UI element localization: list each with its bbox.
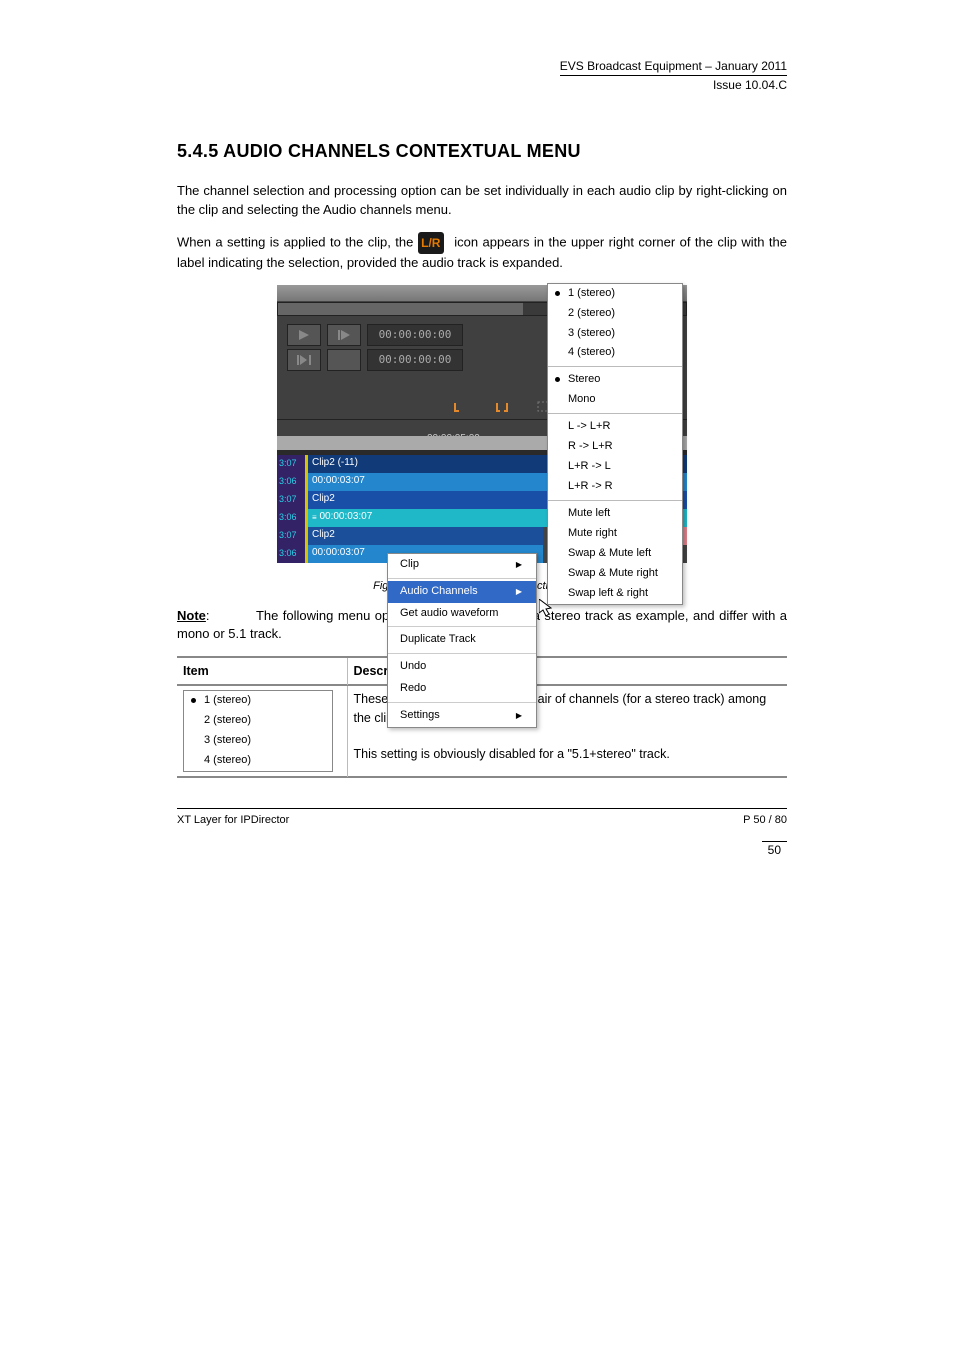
intro-paragraph-2: When a setting is applied to the clip, t… — [177, 232, 787, 273]
play-selection-button[interactable] — [287, 349, 321, 371]
sub-swap-lr[interactable]: Swap left & right — [548, 584, 682, 604]
page-container: EVS Broadcast Equipment – January 2011 I… — [87, 0, 867, 889]
page-header: EVS Broadcast Equipment – January 2011 I… — [560, 58, 787, 95]
menu-audio-channels[interactable]: Audio Channels — [388, 581, 536, 603]
play-button[interactable] — [287, 324, 321, 346]
lr-icon: L/R — [418, 232, 444, 254]
sub-r-to-lr[interactable]: R -> L+R — [548, 437, 682, 457]
menu-redo[interactable]: Redo — [388, 678, 536, 700]
footer-right: P 50 / 80 — [743, 813, 787, 829]
clip-header[interactable]: Clip2 — [308, 527, 543, 545]
sub-lr-to-l[interactable]: L+R -> L — [548, 457, 682, 477]
sub-2-stereo[interactable]: 2 (stereo) — [548, 304, 682, 324]
menu-clip[interactable]: Clip — [388, 554, 536, 576]
sub-l-to-lr[interactable]: L -> L+R — [548, 417, 682, 437]
scroll-thumb[interactable] — [278, 303, 523, 315]
note-head: Note — [177, 608, 206, 623]
marker-brackets-icon[interactable] — [495, 399, 509, 413]
legend-4-stereo: 4 (stereo) — [184, 751, 332, 771]
legend-1-stereo: 1 (stereo) — [184, 691, 332, 711]
context-menu[interactable]: Clip Audio Channels Get audio waveform D… — [387, 553, 537, 729]
legend-cell-menu: 1 (stereo) 2 (stereo) 3 (stereo) 4 (ster… — [177, 686, 347, 777]
track-tc: 3:06 — [277, 509, 305, 527]
menu-duplicate-track[interactable]: Duplicate Track — [388, 629, 536, 651]
audio-channels-submenu[interactable]: 1 (stereo) 2 (stereo) 3 (stereo) 4 (ster… — [547, 283, 683, 605]
timecode-1[interactable]: 00:00:00:00 — [367, 324, 463, 346]
track-tc: 3:07 — [277, 527, 305, 545]
page-footer: XT Layer for IPDirector P 50 / 80 — [177, 808, 787, 829]
ui-screenshot: 00:00:00:00 00:00:00:00 — [277, 285, 687, 563]
sub-lr-to-r[interactable]: L+R -> R — [548, 477, 682, 497]
track-tc: 3:07 — [277, 455, 305, 473]
intro-paragraph-1: The channel selection and processing opt… — [177, 182, 787, 220]
marker-open-icon[interactable] — [453, 399, 467, 413]
legend-2-stereo: 2 (stereo) — [184, 711, 332, 731]
header-line1: EVS Broadcast Equipment – January 2011 — [560, 58, 787, 75]
step-fwd-button[interactable] — [327, 324, 361, 346]
section-heading: 5.4.5 AUDIO CHANNELS CONTEXTUAL MENU — [177, 138, 787, 164]
track-tc: 3:06 — [277, 473, 305, 491]
sub-mono[interactable]: Mono — [548, 390, 682, 410]
header-line2: Issue 10.04.C — [560, 75, 787, 94]
timecode-2[interactable]: 00:00:00:00 — [367, 349, 463, 371]
sub-swap-mute-left[interactable]: Swap & Mute left — [548, 544, 682, 564]
track-tc: 3:06 — [277, 545, 305, 563]
sub-mute-left[interactable]: Mute left — [548, 504, 682, 524]
menu-settings[interactable]: Settings — [388, 705, 536, 727]
page-number: 50 — [762, 841, 787, 859]
sub-1-stereo[interactable]: 1 (stereo) — [548, 284, 682, 304]
empty-button[interactable] — [327, 349, 361, 371]
sub-stereo[interactable]: Stereo — [548, 370, 682, 390]
menu-get-waveform[interactable]: Get audio waveform — [388, 603, 536, 625]
menu-undo[interactable]: Undo — [388, 656, 536, 678]
legend-mini-menu: 1 (stereo) 2 (stereo) 3 (stereo) 4 (ster… — [183, 690, 333, 772]
track-tc: 3:07 — [277, 491, 305, 509]
sub-3-stereo[interactable]: 3 (stereo) — [548, 324, 682, 344]
legend-head-item: Item — [177, 658, 347, 685]
sub-swap-mute-right[interactable]: Swap & Mute right — [548, 564, 682, 584]
footer-left: XT Layer for IPDirector — [177, 813, 289, 829]
legend-3-stereo: 3 (stereo) — [184, 731, 332, 751]
sub-4-stereo[interactable]: 4 (stereo) — [548, 343, 682, 363]
sub-mute-right[interactable]: Mute right — [548, 524, 682, 544]
